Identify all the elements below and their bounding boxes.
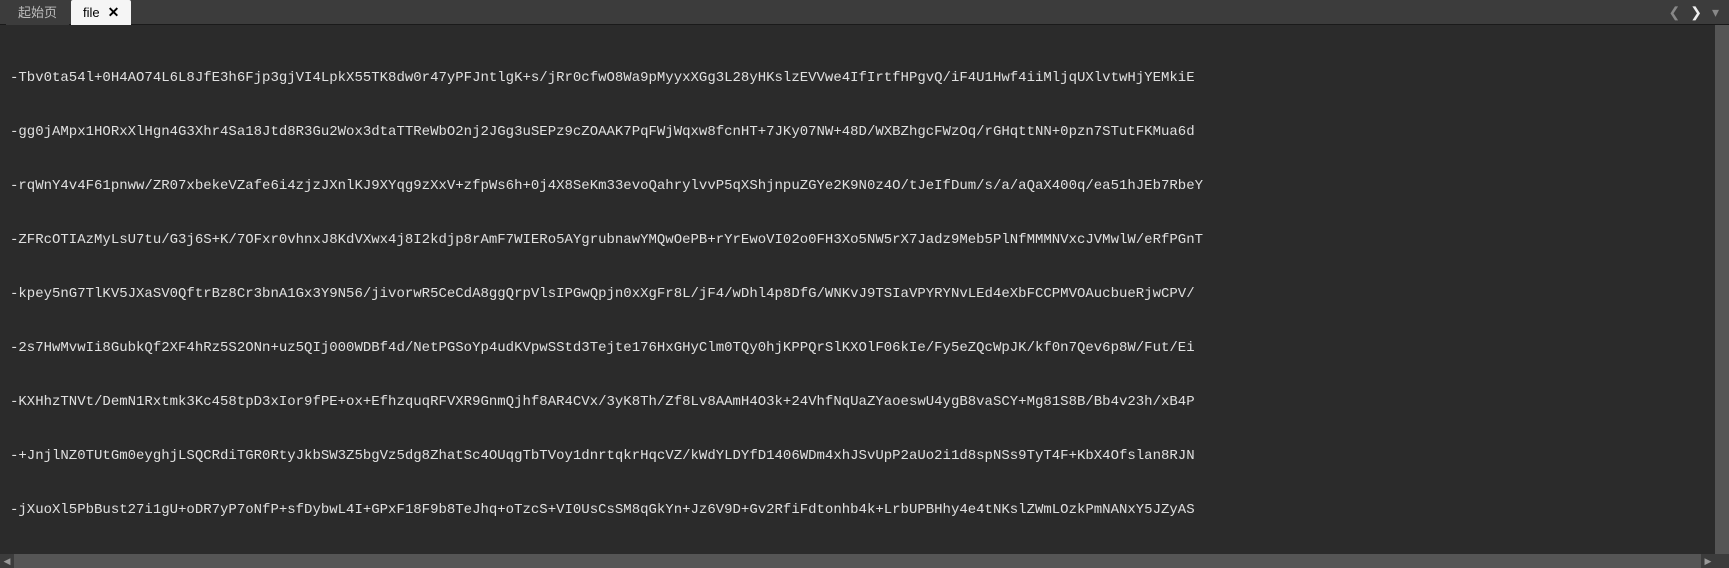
close-icon[interactable]: ✕	[108, 0, 120, 25]
editor-line: -rqWnY4v4F61pnww/ZR07xbekeVZafe6i4zjzJXn…	[10, 177, 1719, 195]
scrollbar-horizontal[interactable]: ◀ ▶	[0, 554, 1715, 568]
scrollbar-corner	[1715, 554, 1729, 568]
tab-label: 起始页	[18, 0, 57, 25]
editor-line: -ZFRcOTIAzMyLsU7tu/G3j6S+K/7OFxr0vhnxJ8K…	[10, 231, 1719, 249]
editor-line: -kpey5nG7TlKV5JXaSV0QftrBz8Cr3bnA1Gx3Y9N…	[10, 285, 1719, 303]
editor-line: -+JnjlNZ0TUtGm0eyghjLSQCRdiTGR0RtyJkbSW3…	[10, 447, 1719, 465]
editor-line: -KXHhzTNVt/DemN1Rxtmk3Kc458tpD3xIor9fPE+…	[10, 393, 1719, 411]
tab-startpage[interactable]: 起始页	[6, 0, 69, 25]
tab-history-back-icon[interactable]: ❮	[1669, 4, 1681, 21]
tab-bar: 起始页 file ✕ ❮ ❯ ▾	[0, 0, 1729, 25]
tab-file[interactable]: file ✕	[71, 0, 131, 25]
editor-line: -gg0jAMpx1HORxXlHgn4G3Xhr4Sa18Jtd8R3Gu2W…	[10, 123, 1719, 141]
editor-area[interactable]: -Tbv0ta54l+0H4AO74L6L8JfE3h6Fjp3gjVI4Lpk…	[0, 25, 1729, 554]
scrollbar-thumb[interactable]	[0, 554, 1712, 568]
tab-list-dropdown-icon[interactable]: ▾	[1712, 4, 1719, 21]
tab-label: file	[83, 0, 100, 25]
editor-line: -2s7HwMvwIi8GubkQf2XF4hRz5S2ONn+uz5QIj00…	[10, 339, 1719, 357]
tab-nav: ❮ ❯ ▾	[1669, 0, 1729, 24]
scroll-left-icon[interactable]: ◀	[0, 554, 14, 568]
scrollbar-thumb[interactable]	[1715, 25, 1729, 554]
scrollbar-vertical[interactable]	[1715, 25, 1729, 554]
editor-line: -Tbv0ta54l+0H4AO74L6L8JfE3h6Fjp3gjVI4Lpk…	[10, 69, 1719, 87]
scroll-right-icon[interactable]: ▶	[1701, 554, 1715, 568]
editor-line: -jXuoXl5PbBust27i1gU+oDR7yP7oNfP+sfDybwL…	[10, 501, 1719, 519]
tab-history-forward-icon[interactable]: ❯	[1690, 4, 1702, 21]
